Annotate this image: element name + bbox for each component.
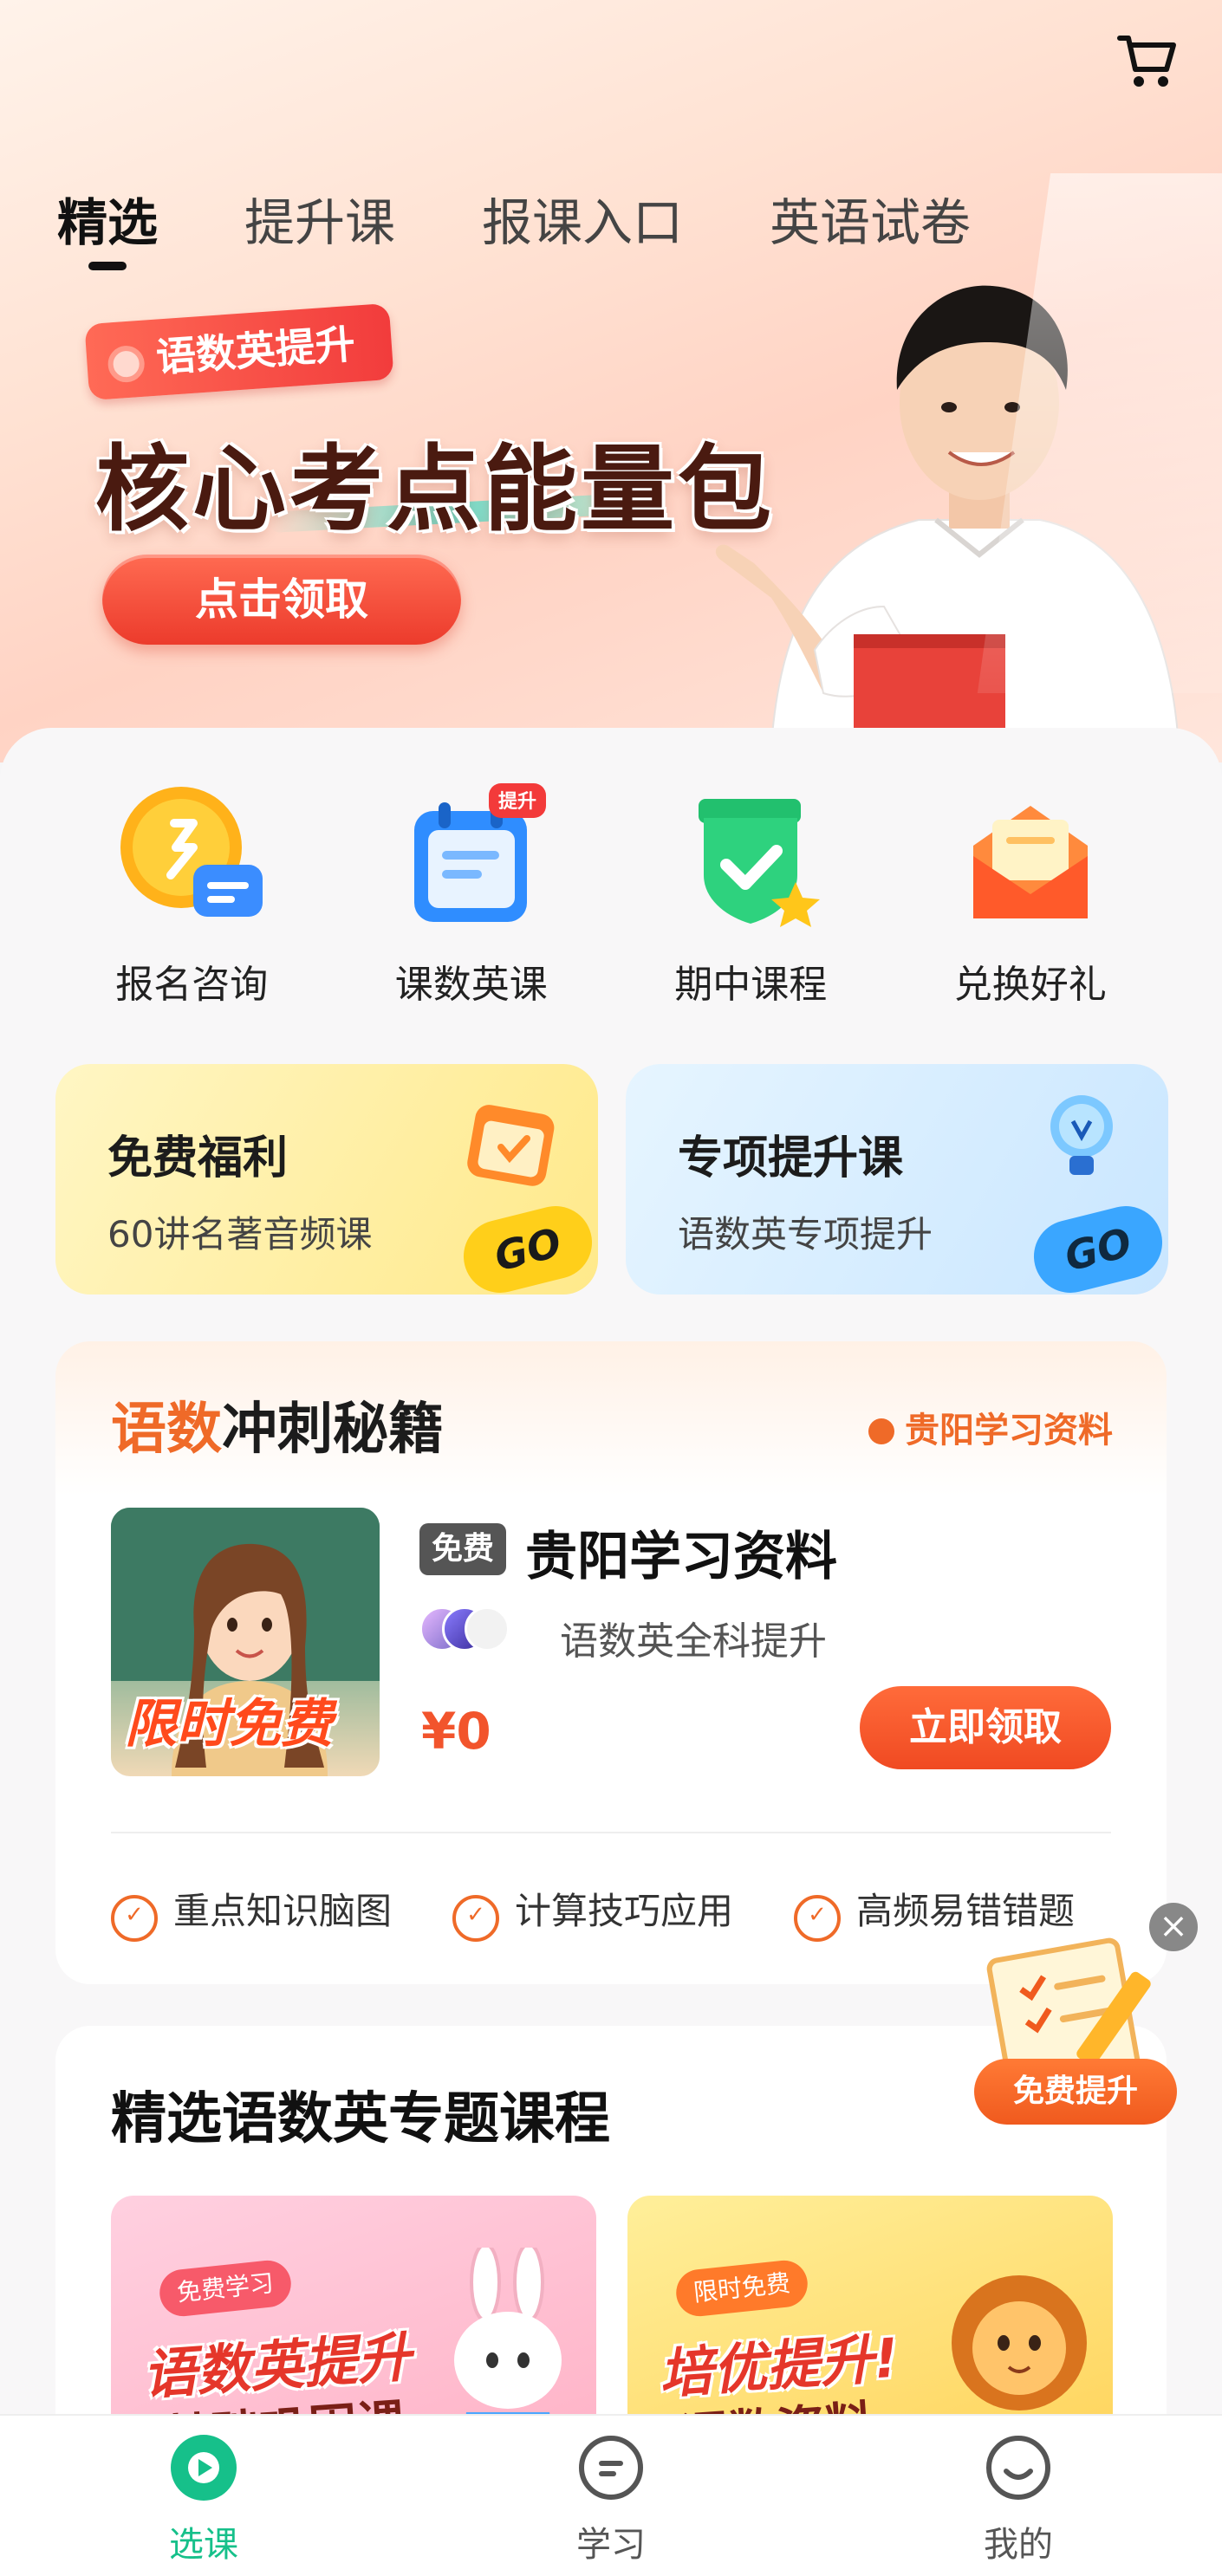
material-subtitle: 语数英全科提升 xyxy=(560,1619,827,1664)
top-tab-bar: 精选 提升课 报课入口 英语试卷 xyxy=(57,182,1057,270)
quick-entry-label: 期中课程 xyxy=(674,963,828,1007)
quick-entry-midterm[interactable]: 期中课程 xyxy=(621,780,881,1009)
quick-entry-label: 报名咨询 xyxy=(115,963,269,1007)
quick-entry-grid: 报名咨询 提升 课数英课 期中课程 兑换好礼 xyxy=(0,780,1222,1009)
limited-free-text: 限时免费 xyxy=(125,1694,333,1755)
tab-study[interactable]: 学习 xyxy=(498,2433,724,2576)
play-circle-icon xyxy=(171,2435,237,2501)
section-title: 精选语数英专题课程 xyxy=(111,2087,610,2151)
teacher-illustration xyxy=(715,285,1180,745)
divider xyxy=(111,1832,1111,1833)
material-name: 贵阳学习资料 xyxy=(525,1527,837,1587)
card-title-highlight: 语数 xyxy=(111,1398,222,1462)
tab-label: 学习 xyxy=(576,2525,646,2565)
feature-item: 计算技巧应用 xyxy=(452,1882,733,1942)
avatar xyxy=(465,1606,510,1651)
floating-upgrade-label[interactable]: 免费提升 xyxy=(974,2059,1177,2125)
chat-bubble-icon xyxy=(120,787,263,917)
cart-icon[interactable] xyxy=(1115,29,1179,94)
profile-icon xyxy=(986,2436,1050,2500)
study-secrets-card: 语数冲刺秘籍 贵阳学习资料 限时免费 免费 贵阳学习资料 语数英全科提升 ¥0 … xyxy=(55,1341,1167,1984)
quick-entry-label: 课数英课 xyxy=(394,963,548,1007)
tab-upgrade-course[interactable]: 提升课 xyxy=(244,182,395,255)
banner-tag: 语数英提升 xyxy=(84,302,394,401)
tab-select-course[interactable]: 选课 xyxy=(91,2433,316,2576)
course-badge-text: 提升 xyxy=(498,790,536,813)
calendar-icon: 提升 xyxy=(413,783,546,922)
quick-entry-label: 兑换好礼 xyxy=(953,963,1107,1007)
learner-avatars xyxy=(419,1606,510,1655)
card-title-rest: 冲刺秘籍 xyxy=(222,1398,444,1462)
lightbulb-icon xyxy=(1050,1095,1113,1175)
claim-now-button[interactable]: 立即领取 xyxy=(860,1686,1111,1769)
quick-entry-redeem[interactable]: 兑换好礼 xyxy=(900,780,1160,1009)
calendar-heart-icon xyxy=(467,1105,555,1186)
feature-item: 重点知识脑图 xyxy=(111,1882,392,1942)
tab-label: 我的 xyxy=(984,2525,1053,2565)
envelope-icon xyxy=(972,806,1088,918)
tab-enroll-entry[interactable]: 报课入口 xyxy=(482,182,683,255)
quick-entry-course[interactable]: 提升 课数英课 xyxy=(341,780,601,1009)
banner-claim-button[interactable]: 点击领取 xyxy=(102,555,461,645)
material-thumbnail[interactable]: 限时免费 xyxy=(111,1508,380,1776)
guiyang-materials-link[interactable]: 贵阳学习资料 xyxy=(868,1402,1113,1452)
price: ¥0 xyxy=(421,1702,491,1761)
promo-special-upgrade[interactable]: 专项提升课 语数英专项提升 GO xyxy=(626,1064,1168,1294)
feature-list: 重点知识脑图 计算技巧应用 高频易错错题 xyxy=(111,1882,1075,1942)
tab-label: 选课 xyxy=(169,2525,238,2565)
bottom-tab-bar: 选课 学习 我的 xyxy=(0,2414,1222,2576)
course-pill: 免费学习 xyxy=(157,2258,294,2319)
study-icon xyxy=(579,2436,643,2500)
hero-banner[interactable]: 精选 提升课 报课入口 英语试卷 语数英提升 核心考点能量包 点击领取 xyxy=(0,0,1222,762)
card-title: 语数冲刺秘籍 xyxy=(111,1385,444,1464)
tab-mine[interactable]: 我的 xyxy=(906,2433,1131,2576)
tab-english-papers[interactable]: 英语试卷 xyxy=(770,182,971,255)
quick-entry-consult[interactable]: 报名咨询 xyxy=(62,780,322,1009)
tab-featured[interactable]: 精选 xyxy=(57,182,158,270)
shield-check-icon xyxy=(699,799,821,927)
course-pill: 限时免费 xyxy=(673,2258,810,2319)
free-badge: 免费 xyxy=(419,1523,507,1575)
promo-free-benefit[interactable]: 免费福利 60讲名著音频课 GO xyxy=(55,1064,598,1294)
